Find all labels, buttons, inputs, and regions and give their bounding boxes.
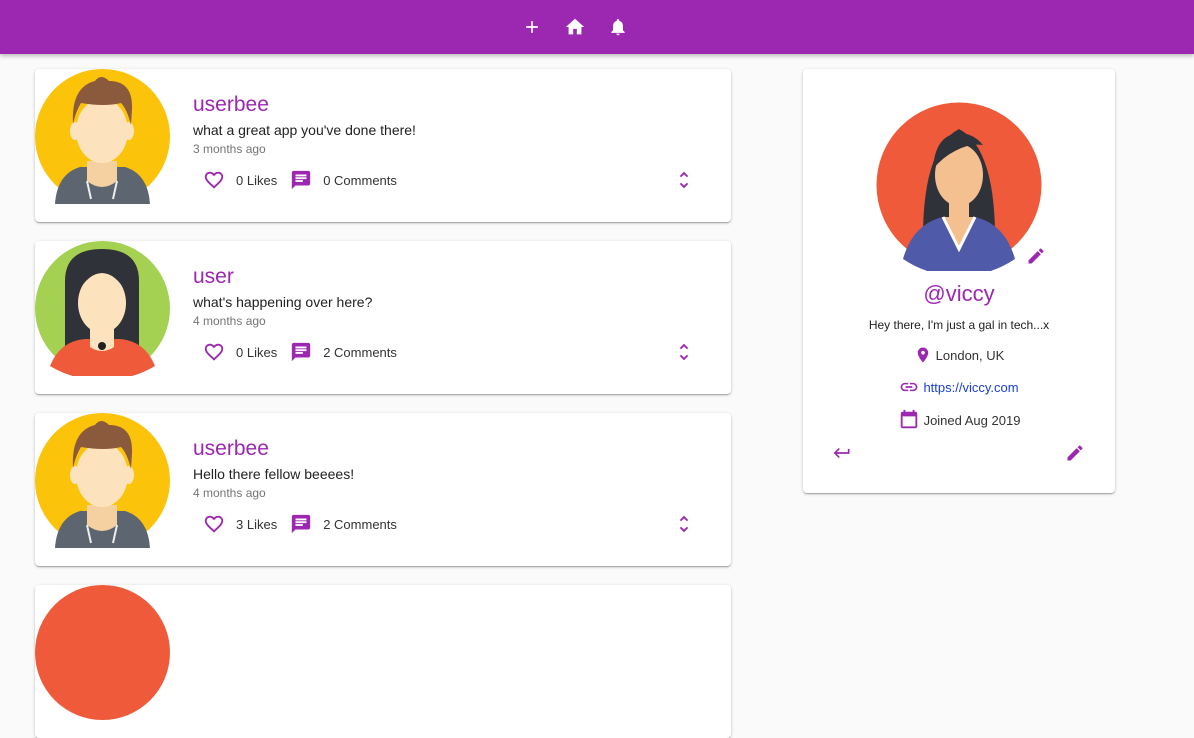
- notifications-button[interactable]: [604, 13, 632, 41]
- comment-button[interactable]: [289, 168, 313, 192]
- like-count: 0 Likes: [236, 344, 278, 360]
- comment-count: 2 Comments: [323, 344, 397, 360]
- scream-user-link[interactable]: userbee: [193, 437, 269, 461]
- chat-icon: [292, 342, 311, 362]
- user-avatar-image[interactable]: [35, 69, 170, 204]
- scream-user-link[interactable]: user: [193, 265, 234, 289]
- expand-scream-button[interactable]: [672, 512, 696, 536]
- scream-actions: 0 Likes 0 Comments: [202, 168, 409, 192]
- unfold-more-icon: [679, 515, 689, 533]
- user-avatar-image[interactable]: [35, 413, 170, 548]
- chat-icon: [292, 514, 311, 534]
- app-bar: [0, 0, 1194, 54]
- scream-date: 4 months ago: [193, 314, 266, 328]
- scream-user-link[interactable]: userbee: [193, 93, 269, 117]
- unfold-more-icon: [679, 171, 689, 189]
- expand-scream-button[interactable]: [672, 340, 696, 364]
- like-button[interactable]: [202, 340, 226, 364]
- chat-icon: [292, 170, 311, 190]
- profile-location-text: London, UK: [935, 347, 1005, 363]
- profile-bio: Hey there, I'm just a gal in tech...x: [868, 318, 1050, 332]
- link-icon: [901, 382, 918, 392]
- like-button[interactable]: [202, 168, 226, 192]
- scream-body: what's happening over here?: [193, 294, 373, 310]
- scream-card: user what's happening over here? 4 month…: [35, 241, 731, 394]
- add-post-button[interactable]: [518, 13, 546, 41]
- edit-profile-image-button[interactable]: [1024, 244, 1048, 268]
- keyboard-return-icon: [833, 448, 850, 458]
- user-avatar-image[interactable]: [35, 241, 170, 376]
- profile-card: @viccy Hey there, I'm just a gal in tech…: [803, 69, 1115, 493]
- unfold-more-icon: [679, 343, 689, 361]
- expand-scream-button[interactable]: [672, 168, 696, 192]
- scream-card: userbee Hello there fellow beeees! 4 mon…: [35, 413, 731, 566]
- home-button[interactable]: [561, 13, 589, 41]
- bell-icon: [611, 19, 625, 36]
- pencil-icon: [1067, 445, 1083, 461]
- heart-outline-icon: [204, 171, 224, 189]
- profile-website-link[interactable]: https://viccy.com: [923, 380, 1018, 395]
- comment-count: 0 Comments: [323, 172, 397, 188]
- heart-outline-icon: [204, 515, 224, 533]
- edit-details-button[interactable]: [1063, 441, 1087, 465]
- location-pin-icon: [917, 347, 928, 363]
- scream-date: 3 months ago: [193, 142, 266, 156]
- scream-body: Hello there fellow beeees!: [193, 466, 355, 482]
- comment-button[interactable]: [289, 340, 313, 364]
- scream-actions: 0 Likes 2 Comments: [202, 340, 409, 364]
- scream-body: what a great app you've done there!: [193, 122, 416, 138]
- like-button[interactable]: [202, 512, 226, 536]
- scream-date: 4 months ago: [193, 486, 266, 500]
- like-count: 3 Likes: [236, 516, 278, 532]
- logout-button[interactable]: [830, 441, 854, 465]
- profile-location: London, UK: [803, 346, 1115, 364]
- user-avatar-image[interactable]: [35, 585, 170, 720]
- profile-website: https://viccy.com: [803, 377, 1115, 397]
- scream-card: userbee what a great app you've done the…: [35, 69, 731, 222]
- comment-count: 2 Comments: [323, 516, 397, 532]
- profile-avatar-image[interactable]: [873, 99, 1045, 271]
- scream-card: [35, 585, 731, 738]
- pencil-icon: [1028, 248, 1044, 264]
- home-icon: [565, 18, 585, 35]
- profile-joined: Joined Aug 2019: [803, 409, 1115, 431]
- like-count: 0 Likes: [236, 172, 278, 188]
- heart-outline-icon: [204, 343, 224, 361]
- comment-button[interactable]: [289, 512, 313, 536]
- plus-icon: [526, 21, 538, 33]
- profile-joined-text: Joined Aug 2019: [923, 412, 1021, 428]
- calendar-icon: [900, 409, 917, 429]
- profile-handle-link[interactable]: @viccy: [803, 281, 1115, 307]
- scream-actions: 3 Likes 2 Comments: [202, 512, 409, 536]
